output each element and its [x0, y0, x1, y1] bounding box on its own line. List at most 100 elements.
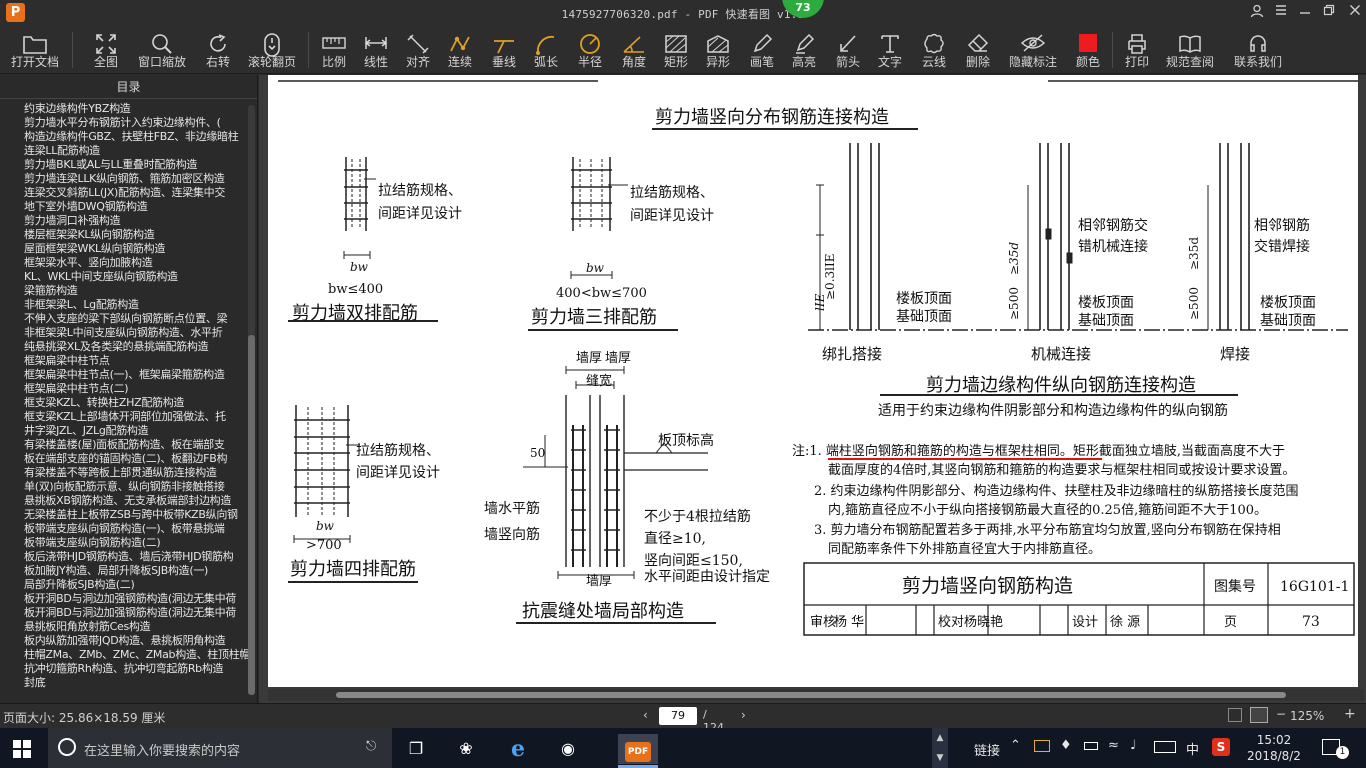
volume-icon[interactable]: ♩: [1130, 738, 1136, 753]
document-viewer[interactable]: 剪力墙竖向分布钢筋连接构造 拉结筋规格、 间距详见设计 bw bw≤400 剪力…: [259, 75, 1366, 703]
cloud-line-button[interactable]: 云线: [916, 29, 952, 73]
toc-item[interactable]: 剪力墙水平分布钢筋计入约束边缘构件、(: [0, 116, 248, 130]
toc-item[interactable]: 井字梁JZL、JZLg配筋构造: [0, 424, 248, 438]
toc-item[interactable]: 板在端部支座的锚固构造(二)、板翻边FB构: [0, 452, 248, 466]
toc-item[interactable]: 框架扁梁中柱节点(一)、框架扁梁箍筋构造: [0, 368, 248, 382]
toc-item[interactable]: KL、WKL中间支座纵向钢筋构造: [0, 270, 248, 284]
toc-item[interactable]: 屋面框架梁WKL纵向钢筋构造: [0, 242, 248, 256]
prev-page-chevron-icon[interactable]: ‹: [643, 708, 648, 722]
pen-button[interactable]: 画笔: [744, 29, 780, 73]
toc-item[interactable]: 板开洞BD与洞边加强钢筋构造(洞边无集中荷: [0, 592, 248, 606]
rotate-right-button[interactable]: 右转: [196, 29, 240, 73]
perpendicular-button[interactable]: 垂线: [486, 29, 522, 73]
toc-item[interactable]: 地下室外墙DWQ钢筋构造: [0, 200, 248, 214]
ie-browser-icon[interactable]: e: [498, 734, 538, 764]
arc-length-button[interactable]: 弧长: [528, 29, 564, 73]
linear-measure-button[interactable]: 线性: [358, 29, 394, 73]
highlight-button[interactable]: 高亮: [786, 29, 822, 73]
toc-item[interactable]: 楼层框架梁KL纵向钢筋构造: [0, 228, 248, 242]
toc-item[interactable]: 板后浇带HJD钢筋构造、墙后浇带HJD钢筋构: [0, 550, 248, 564]
single-page-view-icon[interactable]: [1228, 708, 1242, 722]
color-button[interactable]: 颜色: [1070, 29, 1106, 73]
angle-button[interactable]: 角度: [616, 29, 652, 73]
continuous-view-icon[interactable]: [1250, 707, 1268, 723]
taskbar-search-box[interactable]: 在这里输入你要搜索的内容 ⎋: [48, 728, 392, 768]
toc-item[interactable]: 框架梁水平、竖向加腋构造: [0, 256, 248, 270]
tray-app-icon[interactable]: [1034, 740, 1050, 752]
toc-item[interactable]: 有梁楼盖不等跨板上部贯通纵筋连接构造: [0, 466, 248, 480]
zoom-in-icon[interactable]: +: [1344, 706, 1356, 722]
aligned-measure-button[interactable]: 对齐: [400, 29, 436, 73]
windows-start-icon[interactable]: [2, 734, 42, 764]
toc-item[interactable]: 约束边缘构件YBZ构造: [0, 102, 248, 116]
task-view-icon[interactable]: ❐: [396, 734, 436, 764]
pinwheel-app-icon[interactable]: ❀: [446, 734, 486, 764]
toc-item[interactable]: 框架扁梁中柱节点(二): [0, 382, 248, 396]
zoom-out-icon[interactable]: −: [1276, 707, 1286, 721]
toc-scrollbar-thumb[interactable]: [248, 335, 255, 695]
continuous-measure-button[interactable]: 连续: [442, 29, 478, 73]
show-hidden-icons-chevron-icon[interactable]: ⌃: [1010, 738, 1021, 753]
taskbar-scroll-icon[interactable]: ▲ ▼: [932, 728, 948, 768]
toc-item[interactable]: 构造边缘构件GBZ、扶壁柱FBZ、非边缘暗柱: [0, 130, 248, 144]
microphone-icon[interactable]: ⎋: [366, 739, 376, 754]
toc-item[interactable]: 框支梁KZL上部墙体开洞部位加强做法、托: [0, 410, 248, 424]
toc-item[interactable]: 单(双)向板配筋示意、纵向钢筋非接触搭接: [0, 480, 248, 494]
zoom-window-button[interactable]: 窗口缩放: [134, 29, 190, 73]
wifi-icon[interactable]: ≈: [1108, 738, 1119, 753]
toc-item[interactable]: 纯悬挑梁XL及各类梁的悬挑端配筋构造: [0, 340, 248, 354]
toc-item[interactable]: 框架扁梁中柱节点: [0, 354, 248, 368]
radius-button[interactable]: 半径: [572, 29, 608, 73]
ime-mode-indicator[interactable]: 中: [1186, 739, 1199, 758]
toc-item[interactable]: 局部升降板SJB构造(二): [0, 578, 248, 592]
arrow-button[interactable]: 箭头: [830, 29, 866, 73]
toc-item[interactable]: 抗冲切箍筋Rh构造、抗冲切弯起筋Rb构造: [0, 662, 248, 676]
toc-item[interactable]: 板带端支座纵向钢筋构造(一)、板带悬挑端: [0, 522, 248, 536]
toc-item[interactable]: 连梁LL配筋构造: [0, 144, 248, 158]
toc-item[interactable]: 有梁楼盖楼(屋)面板配筋构造、板在端部支: [0, 438, 248, 452]
toc-item[interactable]: 柱帽ZMa、ZMb、ZMc、ZMab构造、柱顶柱帽: [0, 648, 248, 662]
wheel-page-turn-button[interactable]: 滚轮翻页: [244, 29, 300, 73]
toc-item[interactable]: 连梁交叉斜筋LL(JX)配筋构造、连梁集中交: [0, 186, 248, 200]
zoom-level[interactable]: 125%: [1290, 709, 1324, 723]
print-button[interactable]: 打印: [1120, 29, 1154, 73]
toc-item[interactable]: 板加腋JY构造、局部升降板SJB构造(一): [0, 564, 248, 578]
toc-item[interactable]: 板内纵筋加强带JQD构造、悬挑板阴角构造: [0, 634, 248, 648]
restore-button[interactable]: [1318, 4, 1340, 20]
hide-annotations-button[interactable]: 隐藏标注: [1004, 29, 1062, 73]
toc-item[interactable]: 非框架梁L、Lg配筋构造: [0, 298, 248, 312]
menu-icon[interactable]: [1270, 4, 1292, 20]
toc-item[interactable]: 非框架梁L中间支座纵向钢筋构造、水平折: [0, 326, 248, 340]
sogou-input-icon[interactable]: S: [1212, 738, 1230, 756]
rectangle-area-button[interactable]: 矩形: [658, 29, 694, 73]
fit-all-button[interactable]: 全图: [84, 29, 128, 73]
system-clock[interactable]: 15:02 2018/8/2: [1244, 732, 1304, 764]
scale-button[interactable]: 比例: [316, 29, 352, 73]
toc-item[interactable]: 框支梁KZL、转换柱ZHZ配筋构造: [0, 396, 248, 410]
toc-item[interactable]: 封底: [0, 676, 248, 690]
toc-item[interactable]: 剪力墙洞口补强构造: [0, 214, 248, 228]
toc-item[interactable]: 剪力墙BKL或AL与LL重叠时配筋构造: [0, 158, 248, 172]
toc-item[interactable]: 梁箍筋构造: [0, 284, 248, 298]
contact-us-button[interactable]: 联系我们: [1230, 29, 1286, 73]
toc-item[interactable]: 悬挑板阳角放射筋Ces构造: [0, 620, 248, 634]
toc-item[interactable]: 无梁楼盖柱上板带ZSB与跨中板带KZB纵向钢: [0, 508, 248, 522]
link-toolbar-label[interactable]: 链接: [974, 740, 1000, 759]
user-icon[interactable]: [1246, 4, 1268, 22]
spec-lookup-button[interactable]: 规范查阅: [1162, 29, 1218, 73]
keyboard-icon[interactable]: [1154, 741, 1176, 753]
next-page-chevron-icon[interactable]: ›: [741, 708, 746, 722]
toc-item[interactable]: 不伸入支座的梁下部纵向钢筋断点位置、梁: [0, 312, 248, 326]
chrome-browser-icon[interactable]: ◉: [548, 734, 588, 764]
toc-item[interactable]: 板带端支座纵向钢筋构造(二): [0, 536, 248, 550]
horizontal-scrollbar-track[interactable]: [268, 689, 1364, 701]
text-button[interactable]: 文字: [872, 29, 908, 73]
minimize-button[interactable]: [1294, 4, 1316, 20]
horizontal-scrollbar-thumb[interactable]: [336, 692, 1286, 698]
close-button[interactable]: [1344, 4, 1366, 20]
polygon-area-button[interactable]: 异形: [700, 29, 736, 73]
delete-button[interactable]: 删除: [960, 29, 996, 73]
notification-bell-icon[interactable]: ♦: [1060, 738, 1072, 753]
toc-item[interactable]: 剪力墙连梁LLK纵向钢筋、箍筋加密区构造: [0, 172, 248, 186]
toc-item[interactable]: 板开洞BD与洞边加强钢筋构造(洞边无集中荷: [0, 606, 248, 620]
